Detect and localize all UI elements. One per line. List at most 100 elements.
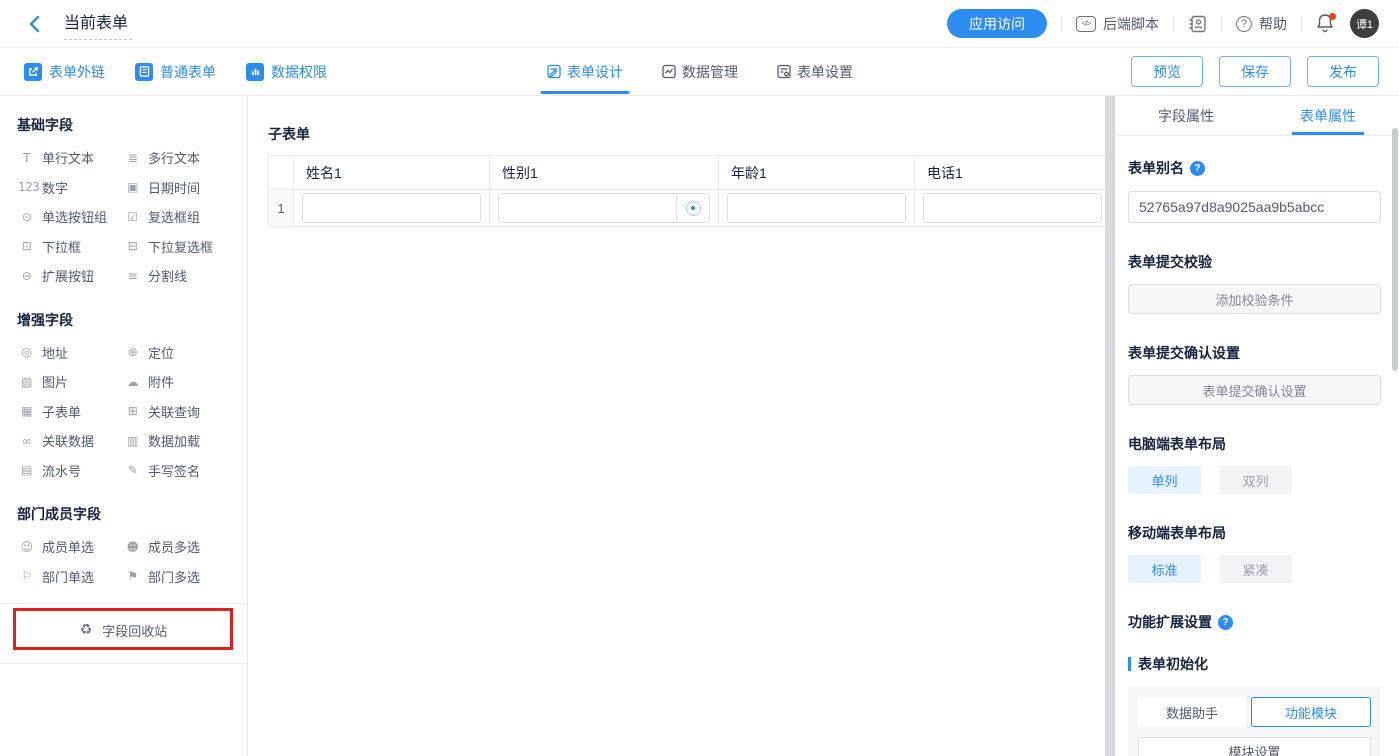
tab-form-design[interactable]: 表单设计 xyxy=(546,62,623,82)
field-item-label: 扩展按钮 xyxy=(42,266,94,285)
number-icon: 123 xyxy=(18,180,35,194)
field-item[interactable]: ≡ 分割线 xyxy=(124,261,241,291)
field-recycle-bin-button[interactable]: ♻ 字段回收站 xyxy=(0,611,247,649)
backend-script-button[interactable]: </> 后端脚本 xyxy=(1076,14,1159,34)
field-item[interactable]: ☑ 复选框组 xyxy=(124,202,241,232)
enhanced-fields-grid: ◎ 地址 ⊕ 定位 ▧ 图片 ☁ 附件 ▦ 子表单 ⊞ 关联查询 ∞ 关联数据 … xyxy=(0,338,247,486)
add-validation-button[interactable]: 添加校验条件 xyxy=(1128,284,1381,314)
field-item[interactable]: 123 数字 xyxy=(18,173,124,203)
field-item[interactable]: ⚑ 部门多选 xyxy=(124,562,241,592)
section-title-basic-fields: 基础字段 xyxy=(17,115,247,135)
form-external-link-button[interactable]: 表单外链 xyxy=(24,62,105,82)
tab-field-properties[interactable]: 字段属性 xyxy=(1115,96,1257,135)
module-settings-button[interactable]: 模块设置 xyxy=(1138,737,1371,756)
field-item[interactable]: ≣ 多行文本 xyxy=(124,143,241,173)
field-item[interactable]: ▥ 数据加载 xyxy=(124,426,241,456)
image-icon: ▧ xyxy=(18,375,35,389)
row-number-header xyxy=(269,156,294,190)
field-item[interactable]: ▤ 流水号 xyxy=(18,456,124,486)
subform-title: 子表单 xyxy=(268,124,1105,144)
field-item[interactable]: ☁ 附件 xyxy=(124,367,241,397)
single-line-text-icon: T xyxy=(18,151,35,165)
data-load-icon: ▥ xyxy=(124,434,141,448)
field-item[interactable]: ⊞ 关联查询 xyxy=(124,397,241,427)
tab-form-settings[interactable]: 表单设置 xyxy=(776,62,853,82)
age-input[interactable] xyxy=(728,194,905,222)
form-init-label: 表单初始化 xyxy=(1138,654,1208,674)
field-item[interactable]: ▧ 图片 xyxy=(18,367,124,397)
section-title-member-fields: 部门成员字段 xyxy=(17,504,247,524)
field-item-label: 下拉框 xyxy=(42,237,81,256)
field-item-label: 关联数据 xyxy=(42,431,94,450)
field-item-label: 部门单选 xyxy=(42,567,94,586)
user-avatar[interactable]: 谭1 xyxy=(1350,9,1379,38)
recycle-label: 字段回收站 xyxy=(102,621,167,640)
field-item[interactable]: ◎ 地址 xyxy=(18,338,124,368)
signature-icon: ✎ xyxy=(124,463,141,477)
data-permission-button[interactable]: 数据权限 xyxy=(246,62,327,82)
page-title[interactable]: 当前表单 xyxy=(64,7,132,40)
field-item[interactable]: ⊙ 单选按钮组 xyxy=(18,202,124,232)
form-alias-label: 表单别名 xyxy=(1128,158,1184,178)
field-item[interactable]: ⊕ 定位 xyxy=(124,338,241,368)
pc-layout-single-button[interactable]: 单列 xyxy=(1128,466,1201,494)
function-module-button[interactable]: 功能模块 xyxy=(1251,697,1371,727)
data-helper-button[interactable]: 数据助手 xyxy=(1138,698,1246,726)
feature-extension-help-icon[interactable]: ? xyxy=(1218,615,1233,630)
column-header-gender: 性别1 xyxy=(490,156,719,190)
field-item-label: 子表单 xyxy=(42,402,81,421)
address-book-icon xyxy=(1188,15,1207,33)
pc-layout-double-button[interactable]: 双列 xyxy=(1219,466,1292,494)
field-item-label: 日期时间 xyxy=(148,178,200,197)
field-item-label: 定位 xyxy=(148,343,174,362)
field-item[interactable]: ☺ 成员单选 xyxy=(18,532,124,562)
submit-confirm-label: 表单提交确认设置 xyxy=(1128,343,1381,363)
address-book-button[interactable] xyxy=(1188,15,1207,33)
field-item[interactable]: ⚐ 部门单选 xyxy=(18,562,124,592)
help-button[interactable]: ? 帮助 xyxy=(1236,14,1287,34)
subform-table[interactable]: 姓名1 性别1 年龄1 电话1 1 xyxy=(268,155,1111,227)
notification-bell[interactable] xyxy=(1316,13,1336,35)
radio-group-icon: ⊙ xyxy=(18,210,35,224)
mobile-layout-standard-button[interactable]: 标准 xyxy=(1128,555,1201,583)
preview-button[interactable]: 预览 xyxy=(1131,56,1203,87)
gender-input[interactable] xyxy=(499,194,676,222)
field-item[interactable]: ▦ 子表单 xyxy=(18,397,124,427)
department-single-icon: ⚐ xyxy=(18,569,35,583)
submit-validation-label: 表单提交校验 xyxy=(1128,252,1381,272)
name-input[interactable] xyxy=(303,194,480,222)
form-init-box: 数据助手 功能模块 模块设置 xyxy=(1128,686,1381,756)
radio-icon xyxy=(686,201,701,216)
app-header: 当前表单 应用访问 </> 后端脚本 ? 帮助 谭1 xyxy=(0,0,1399,48)
field-item[interactable]: ⊟ 下拉复选框 xyxy=(124,232,241,262)
checkbox-group-icon: ☑ xyxy=(124,210,141,224)
panel-scrollbar[interactable] xyxy=(1392,128,1398,371)
phone-input[interactable] xyxy=(924,194,1101,222)
field-item[interactable]: T 单行文本 xyxy=(18,143,124,173)
field-item[interactable]: ✎ 手写签名 xyxy=(124,456,241,486)
subform-row: 1 xyxy=(269,190,1111,227)
field-item[interactable]: ▣ 日期时间 xyxy=(124,173,241,203)
field-item-label: 复选框组 xyxy=(148,207,200,226)
field-item-label: 图片 xyxy=(42,372,68,391)
publish-button[interactable]: 发布 xyxy=(1307,56,1379,87)
form-alias-help-icon[interactable]: ? xyxy=(1190,161,1205,176)
tab-data-manage[interactable]: 数据管理 xyxy=(661,62,738,82)
recycle-area: ♻ 字段回收站 xyxy=(0,603,247,664)
tab-form-properties[interactable]: 表单属性 xyxy=(1257,96,1399,135)
field-item[interactable]: ⊡ 下拉框 xyxy=(18,232,124,262)
field-item-label: 数据加载 xyxy=(148,431,200,450)
subform-icon: ▦ xyxy=(18,404,35,418)
normal-form-button[interactable]: 普通表单 xyxy=(135,62,216,82)
form-alias-input[interactable] xyxy=(1128,191,1381,223)
back-button[interactable] xyxy=(24,14,44,34)
gender-radio-trigger[interactable] xyxy=(676,194,709,222)
field-item[interactable]: ⊖ 扩展按钮 xyxy=(18,261,124,291)
field-item[interactable]: ☻ 成员多选 xyxy=(124,532,241,562)
field-item[interactable]: ∞ 关联数据 xyxy=(18,426,124,456)
mobile-layout-compact-button[interactable]: 紧凑 xyxy=(1219,555,1292,583)
submit-confirm-button[interactable]: 表单提交确认设置 xyxy=(1128,375,1381,405)
save-button[interactable]: 保存 xyxy=(1219,56,1291,87)
linked-query-icon: ⊞ xyxy=(124,404,141,418)
app-access-button[interactable]: 应用访问 xyxy=(947,9,1047,38)
